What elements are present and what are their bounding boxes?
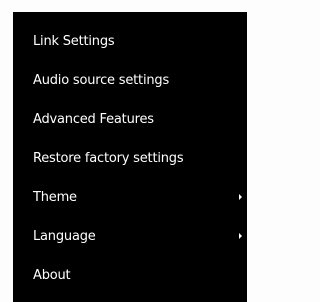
menu-item-theme[interactable]: Theme xyxy=(13,178,247,216)
submenu-arrow-icon xyxy=(239,194,242,200)
menu-item-restore-factory-settings[interactable]: Restore factory settings xyxy=(13,139,247,177)
menu-item-label: Theme xyxy=(33,189,77,205)
menu-item-label: Restore factory settings xyxy=(33,150,184,166)
menu-item-about[interactable]: About xyxy=(13,256,247,294)
menu-item-audio-source-settings[interactable]: Audio source settings xyxy=(13,61,247,99)
menu-item-label: Advanced Features xyxy=(33,111,154,127)
menu-item-label: Language xyxy=(33,228,96,244)
menu-item-link-settings[interactable]: Link Settings xyxy=(13,22,247,60)
menu-item-language[interactable]: Language xyxy=(13,217,247,255)
submenu-arrow-icon xyxy=(239,233,242,239)
context-menu: Link Settings Audio source settings Adva… xyxy=(13,12,247,302)
menu-item-label: About xyxy=(33,267,71,283)
menu-item-label: Link Settings xyxy=(33,33,115,49)
menu-item-label: Audio source settings xyxy=(33,72,170,88)
menu-item-advanced-features[interactable]: Advanced Features xyxy=(13,100,247,138)
